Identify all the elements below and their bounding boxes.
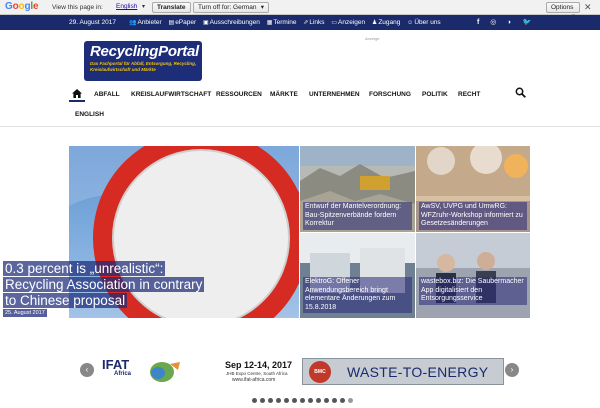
ad-label: Anzeige [365, 36, 380, 41]
waste-to-energy-ad: BMC WASTE-TO-ENERGY [302, 358, 504, 385]
globe-icon [150, 362, 180, 382]
banner-slogan: WASTE-TO-ENERGY [347, 364, 489, 380]
carousel-dot[interactable] [348, 398, 353, 403]
ifat-logo: IFAT Africa [102, 358, 138, 377]
turn-off-label: Turn off for: German [198, 4, 257, 11]
nav-item-politik[interactable]: POLITIK [422, 91, 448, 98]
event-venue: JHB Expo Centre, South Africa [226, 371, 288, 376]
carousel-dot[interactable] [300, 398, 305, 403]
nav-link-label: ePaper [175, 19, 197, 26]
nav-link-ueber-uns[interactable]: ☺Über uns [407, 19, 441, 26]
nav-link-label: Über uns [414, 19, 441, 26]
nav-item-abfall[interactable]: ABFALL [94, 91, 120, 98]
logo-title: RecyclingPortal [90, 43, 199, 60]
top-utility-bar: 29. August 2017 👥Anbieter ▤ePaper ▣Aussc… [0, 15, 600, 30]
carousel-dot[interactable] [260, 398, 265, 403]
event-dates: Sep 12-14, 2017 [225, 360, 293, 370]
person-icon: ☺ [407, 20, 414, 26]
article-tile[interactable]: AwSV, UVPG und UmwRG: WFZruhr-Workshop i… [416, 146, 530, 232]
nav-link-label: Zugang [378, 19, 401, 26]
carousel-dot[interactable] [252, 398, 257, 403]
home-icon[interactable] [72, 89, 82, 98]
nav-link-ausschreibungen[interactable]: ▣Ausschreibungen [203, 19, 260, 26]
ad-banner[interactable]: IFAT Africa Sep 12-14, 2017 JHB Expo Cen… [80, 348, 520, 390]
article-tile[interactable]: ElektroG: Offener Anwendungsbereich brin… [300, 233, 415, 318]
carousel-dot[interactable] [276, 398, 281, 403]
users-icon: 👥 [129, 20, 137, 26]
carousel-dot[interactable] [284, 398, 289, 403]
nav-item-kreislaufwirtschaft[interactable]: KREISLAUFWIRTSCHAFT [131, 91, 211, 98]
tile-title: AwSV, UVPG und UmwRG: WFZruhr-Workshop i… [419, 202, 527, 230]
current-date: 29. August 2017 [69, 19, 116, 26]
ifat-brand: IFAT [102, 357, 130, 372]
facebook-icon[interactable]: f [477, 19, 479, 26]
laptop-icon: ▭ [331, 20, 337, 26]
carousel-dot[interactable] [292, 398, 297, 403]
nav-link-termine[interactable]: ▦Termine [267, 19, 297, 26]
instagram-icon[interactable]: ◎ [490, 19, 496, 26]
hero-title[interactable]: 0.3 percent is „unrealistic“: Recycling … [3, 261, 205, 309]
event-url: www.ifat-africa.com [232, 377, 276, 383]
logo-subtitle: Das Fachportal für Abfall, Entsorgung, R… [90, 61, 197, 72]
book-icon: ▤ [168, 20, 175, 26]
nav-item-maerkte[interactable]: MÄRKTE [270, 91, 298, 98]
nav-item-english[interactable]: ENGLISH [75, 111, 104, 118]
utility-nav: 👥Anbieter ▤ePaper ▣Ausschreibungen ▦Term… [129, 19, 446, 26]
chevron-down-icon: ▾ [260, 4, 264, 11]
nav-item-recht[interactable]: RECHT [458, 91, 480, 98]
tile-title: Entwurf der Mantelverordnung: Bau-Spitze… [303, 202, 412, 230]
tile-title: wastebox.biz: Die Saubermacher App digit… [419, 277, 527, 305]
close-icon[interactable]: ✕ [584, 2, 592, 13]
carousel-dot[interactable] [332, 398, 337, 403]
translate-button[interactable]: Translate [152, 2, 191, 13]
calendar-icon: ▦ [266, 20, 273, 26]
view-page-label: View this page in: [52, 4, 103, 11]
carousel-dot[interactable] [324, 398, 329, 403]
nav-link-label: Anzeigen [338, 19, 366, 26]
nav-link-zugang[interactable]: ♟Zugang [372, 19, 400, 26]
nav-link-label: Ausschreibungen [209, 19, 260, 26]
chevron-down-icon[interactable]: ▾ [142, 3, 145, 10]
nav-item-forschung[interactable]: FORSCHUNG [369, 91, 411, 98]
carousel-dot[interactable] [316, 398, 321, 403]
external-link-icon: ⇗ [303, 20, 309, 26]
hero-date: 25. August 2017 [3, 309, 47, 317]
nav-link-anzeigen[interactable]: ▭Anzeigen [331, 19, 365, 26]
options-button[interactable]: Options▾ [546, 2, 580, 20]
user-icon: ♟ [371, 20, 378, 26]
site-logo[interactable]: RecyclingPortal Das Fachportal für Abfal… [84, 41, 202, 81]
tile-title: ElektroG: Offener Anwendungsbereich brin… [303, 277, 412, 313]
nav-divider [0, 126, 600, 127]
nav-link-links[interactable]: ⇗Links [303, 19, 324, 26]
nav-link-label: Links [309, 19, 325, 26]
bmc-logo: BMC [309, 361, 331, 383]
active-indicator [69, 100, 85, 102]
document-icon: ▣ [202, 20, 209, 26]
nav-link-label: Anbieter [137, 19, 162, 26]
options-label: Options [551, 4, 574, 11]
carousel-dot[interactable] [268, 398, 273, 403]
social-links: f ◎ ◗ 🐦 [477, 18, 540, 26]
article-tile[interactable]: wastebox.biz: Die Saubermacher App digit… [416, 233, 530, 318]
hero-title-text: 0.3 percent is „unrealistic“: Recycling … [3, 261, 205, 308]
nav-link-epaper[interactable]: ▤ePaper [169, 19, 197, 26]
translate-bar: Google View this page in: English ▾ Tran… [0, 0, 600, 20]
article-tile[interactable]: Entwurf der Mantelverordnung: Bau-Spitze… [300, 146, 415, 232]
language-select[interactable]: English [116, 3, 137, 10]
nav-item-ressourcen[interactable]: RESSOURCEN [216, 91, 262, 98]
rss-icon[interactable]: ◗ [507, 19, 511, 26]
carousel-dot[interactable] [340, 398, 345, 403]
search-icon[interactable] [515, 87, 526, 98]
main-navigation: ABFALL KREISLAUFWIRTSCHAFT RESSOURCEN MÄ… [69, 86, 531, 126]
nav-link-label: Termine [273, 19, 297, 26]
carousel-dots [252, 390, 356, 403]
twitter-icon[interactable]: 🐦 [523, 19, 532, 26]
tile-image [416, 233, 530, 318]
carousel-dot[interactable] [308, 398, 313, 403]
nav-link-anbieter[interactable]: 👥Anbieter [129, 19, 162, 26]
google-logo: Google [5, 1, 39, 12]
turn-off-button[interactable]: Turn off for: German ▾ [193, 2, 269, 13]
nav-item-unternehmen[interactable]: UNTERNEHMEN [309, 91, 360, 98]
